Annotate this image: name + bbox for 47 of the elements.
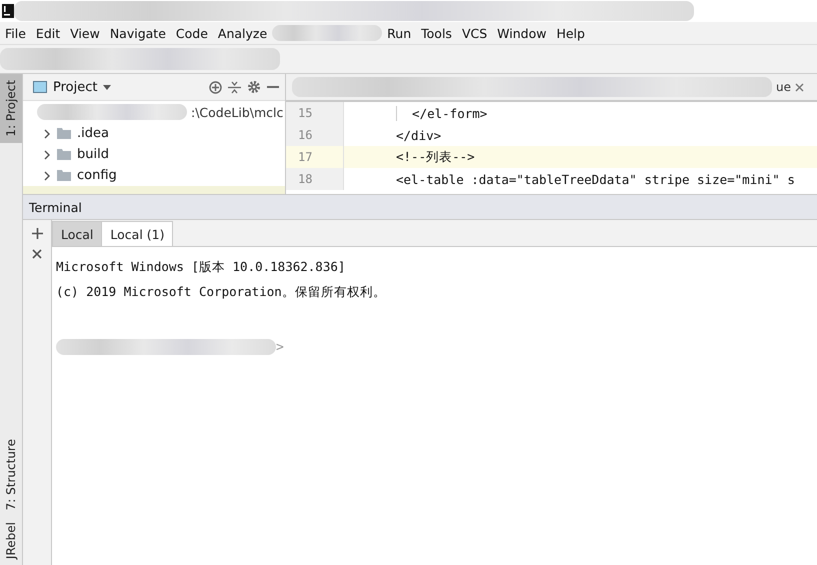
project-path: :\CodeLib\mclc — [191, 104, 284, 120]
line-number: 16 — [286, 124, 344, 146]
close-icon[interactable] — [32, 249, 42, 259]
menu-item[interactable]: Analyze — [212, 26, 272, 40]
code-line: <el-table :data="tableTreeDdata" stripe size="mini" s — [396, 172, 795, 186]
tool-window-tab[interactable]: JRebel — [0, 516, 22, 565]
menu-item[interactable]: View — [65, 26, 105, 40]
terminal-output: (c) 2019 Microsoft Corporation。保留所有权利。 — [56, 284, 387, 301]
folder-icon — [57, 128, 71, 139]
panel-title[interactable]: Project — [53, 80, 98, 94]
tree-item[interactable]: build — [77, 147, 109, 162]
window-icon — [33, 81, 47, 93]
dropdown-icon[interactable] — [103, 84, 112, 90]
code-line: </el-form> — [396, 106, 488, 120]
menu-item[interactable]: File — [0, 26, 31, 40]
collapse-icon[interactable] — [228, 80, 241, 94]
menu-item[interactable]: Tools — [416, 26, 457, 40]
tree-item[interactable]: .idea — [77, 126, 109, 141]
line-number: 18 — [286, 168, 344, 190]
settings-icon[interactable] — [247, 80, 261, 94]
editor-tab[interactable]: ue — [776, 80, 791, 94]
terminal-tab[interactable]: Local (1) — [101, 221, 174, 246]
add-icon[interactable] — [32, 228, 42, 239]
menu-item[interactable]: Code — [170, 26, 213, 40]
menu-item[interactable]: Window — [492, 26, 552, 40]
chevron-icon[interactable] — [43, 128, 51, 138]
chevron-icon[interactable] — [43, 150, 51, 160]
tree-item[interactable]: config — [77, 168, 117, 183]
tool-window-tab[interactable]: 1: Project — [0, 74, 22, 143]
code-line: </div> — [396, 128, 442, 142]
close-icon[interactable] — [795, 82, 804, 92]
menu-item[interactable]: Navigate — [104, 26, 171, 40]
code-line: <!--列表--> — [396, 148, 475, 166]
chevron-icon[interactable] — [43, 170, 51, 180]
menu-item[interactable]: VCS — [456, 26, 492, 40]
terminal-output: Microsoft Windows [版本 10.0.18362.836] — [56, 259, 346, 276]
line-number: 15 — [286, 102, 344, 124]
tool-window-tab[interactable]: 7: Structure — [0, 432, 22, 516]
folder-icon — [57, 149, 71, 160]
terminal-prompt: > — [276, 340, 284, 354]
menu-item[interactable]: Run — [382, 26, 416, 40]
folder-icon — [57, 170, 71, 181]
menu-item[interactable]: Help — [551, 26, 590, 40]
locate-icon[interactable] — [209, 80, 222, 94]
terminal-tab[interactable]: Local — [52, 221, 102, 246]
menu-item[interactable]: Edit — [30, 26, 66, 40]
panel-title: Terminal — [29, 200, 82, 214]
